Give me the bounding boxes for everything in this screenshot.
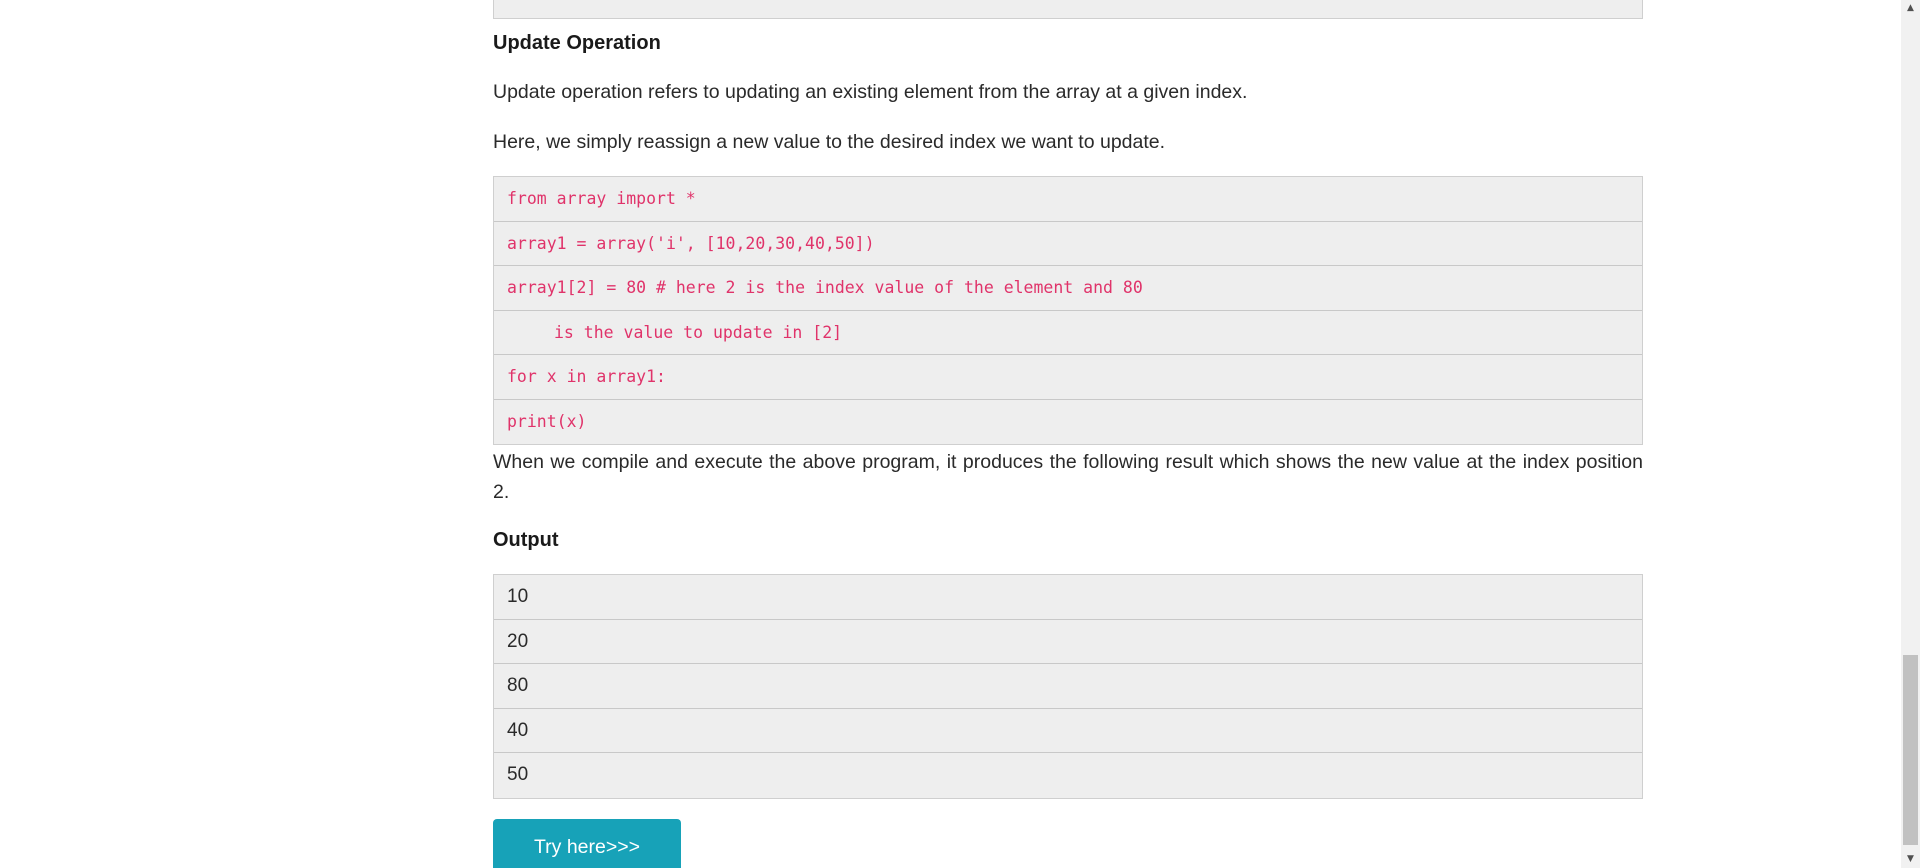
output-line: 40 xyxy=(494,709,1642,753)
code-line: array1 = array('i', [10,20,30,40,50]) xyxy=(494,222,1642,266)
scroll-thumb[interactable] xyxy=(1903,655,1918,845)
code-line: is the value to update in [2] xyxy=(494,311,1642,355)
output-block: 10 20 80 40 50 xyxy=(493,574,1643,799)
previous-output-block: 5 xyxy=(493,0,1643,19)
output-line: 20 xyxy=(494,620,1642,664)
output-line: 80 xyxy=(494,664,1642,709)
page-viewport: 5 Update Operation Update operation refe… xyxy=(0,0,1920,868)
section-heading: Update Operation xyxy=(493,32,661,54)
result-paragraph: When we compile and execute the above pr… xyxy=(493,451,1643,503)
article-content: 5 Update Operation Update operation refe… xyxy=(493,0,1643,868)
code-block: from array import * array1 = array('i', … xyxy=(493,176,1643,445)
instruction-paragraph: Here, we simply reassign a new value to … xyxy=(493,131,1166,153)
output-heading: Output xyxy=(493,529,559,551)
try-here-button[interactable]: Try here>>> xyxy=(493,818,681,868)
vertical-scrollbar[interactable]: ▲ ▼ xyxy=(1901,0,1920,868)
code-line: for x in array1: xyxy=(494,355,1642,400)
scroll-down-arrow-icon[interactable]: ▼ xyxy=(1901,851,1920,868)
code-line: array1[2] = 80 # here 2 is the index val… xyxy=(494,266,1642,311)
code-line: from array import * xyxy=(494,177,1642,222)
output-line: 50 xyxy=(507,764,529,785)
scroll-up-arrow-icon[interactable]: ▲ xyxy=(1901,0,1920,17)
description-paragraph: Update operation refers to updating an e… xyxy=(493,81,1248,103)
code-line: print(x) xyxy=(507,411,587,431)
output-line: 10 xyxy=(494,575,1642,620)
